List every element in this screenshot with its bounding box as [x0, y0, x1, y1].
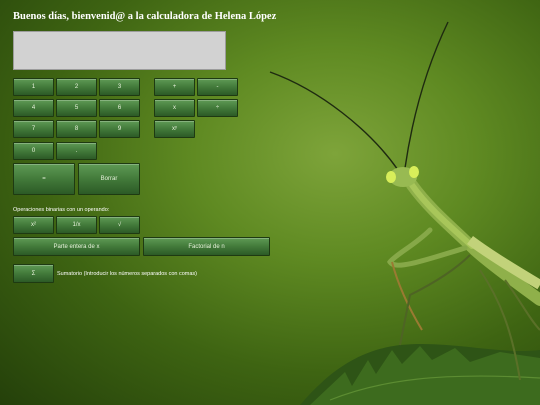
key-power[interactable]: xʸ — [154, 120, 195, 138]
clear-button[interactable]: Borrar — [78, 163, 140, 195]
summation-hint: Sumatorio (Introducir los números separa… — [57, 271, 198, 277]
key-9[interactable]: 9 — [99, 120, 140, 138]
key-minus[interactable]: - — [197, 78, 238, 96]
unary-operations-heading: Operaciones binarias con un operando: — [13, 207, 110, 213]
key-decimal[interactable]: . — [56, 142, 97, 160]
key-6[interactable]: 6 — [99, 99, 140, 117]
integer-part-button[interactable]: Parte entera de x — [13, 237, 140, 256]
page-title: Buenos días, bienvenid@ a la calculadora… — [13, 11, 277, 22]
reciprocal-button[interactable]: 1/x — [56, 216, 97, 234]
key-8[interactable]: 8 — [56, 120, 97, 138]
key-1[interactable]: 1 — [13, 78, 54, 96]
key-plus[interactable]: + — [154, 78, 195, 96]
sqrt-button[interactable]: √ — [99, 216, 140, 234]
equals-button[interactable]: = — [13, 163, 75, 195]
key-7[interactable]: 7 — [13, 120, 54, 138]
calculator-display[interactable] — [13, 31, 226, 70]
key-3[interactable]: 3 — [99, 78, 140, 96]
summation-button[interactable]: Σ — [13, 264, 54, 283]
key-0[interactable]: 0 — [13, 142, 54, 160]
key-divide[interactable]: ÷ — [197, 99, 238, 117]
key-2[interactable]: 2 — [56, 78, 97, 96]
square-button[interactable]: x² — [13, 216, 54, 234]
factorial-button[interactable]: Factorial de n — [143, 237, 270, 256]
key-multiply[interactable]: x — [154, 99, 195, 117]
key-4[interactable]: 4 — [13, 99, 54, 117]
key-5[interactable]: 5 — [56, 99, 97, 117]
